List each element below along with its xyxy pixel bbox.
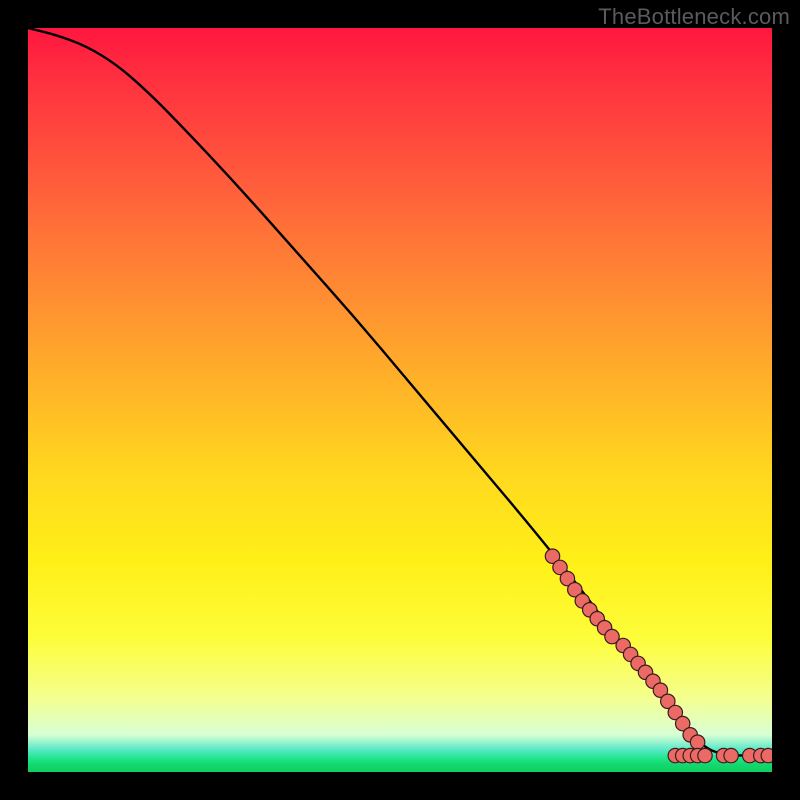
data-point — [698, 748, 712, 762]
main-curve — [28, 28, 772, 756]
data-points — [545, 549, 772, 763]
chart-overlay — [28, 28, 772, 772]
chart-frame: TheBottleneck.com — [0, 0, 800, 800]
data-point — [690, 735, 704, 749]
plot-area — [28, 28, 772, 772]
watermark-label: TheBottleneck.com — [598, 4, 790, 30]
data-point — [761, 748, 772, 762]
data-point — [724, 748, 738, 762]
